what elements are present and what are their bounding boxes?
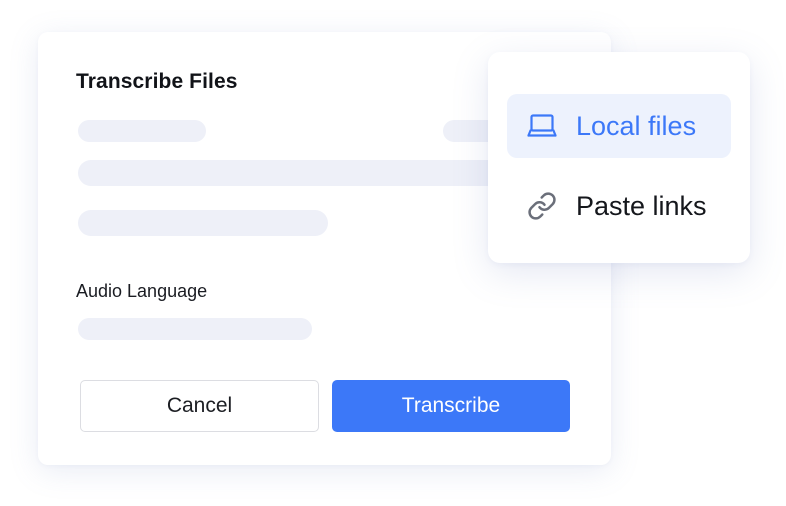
menu-item-local-files[interactable]: Local files — [507, 94, 731, 158]
dialog-title: Transcribe Files — [76, 70, 238, 93]
menu-item-label: Local files — [576, 110, 697, 141]
audio-language-label: Audio Language — [76, 281, 208, 301]
file-input-placeholder — [78, 160, 518, 186]
placeholder-bar — [78, 120, 206, 142]
audio-language-select-placeholder — [78, 318, 312, 340]
laptop-icon — [527, 111, 557, 141]
transcribe-button[interactable]: Transcribe — [332, 380, 570, 432]
cancel-button[interactable]: Cancel — [80, 380, 319, 432]
source-menu: Local files Paste links — [488, 52, 750, 263]
stage: Transcribe Files Audio Language Cancel T… — [0, 0, 786, 506]
menu-item-label: Paste links — [576, 190, 707, 221]
placeholder-bar — [78, 210, 328, 236]
link-icon — [527, 191, 557, 221]
menu-item-paste-links[interactable]: Paste links — [507, 174, 731, 238]
